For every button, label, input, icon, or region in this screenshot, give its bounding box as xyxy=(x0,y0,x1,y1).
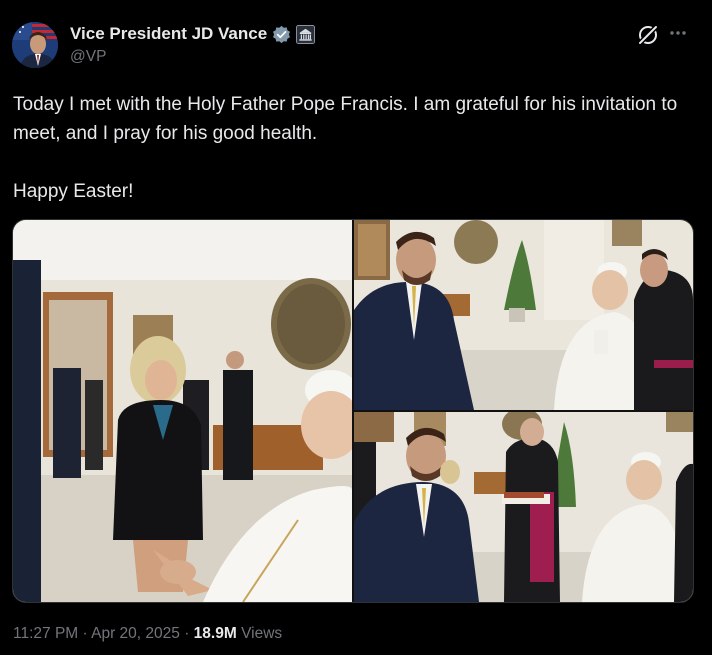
meta-separator: · xyxy=(179,625,194,642)
tweet-date[interactable]: Apr 20, 2025 xyxy=(91,625,180,642)
views-label: Views xyxy=(236,625,283,642)
tweet-text: Today I met with the Holy Father Pope Fr… xyxy=(13,94,678,202)
author-display-name[interactable]: Vice President JD Vance xyxy=(70,24,267,44)
grok-icon[interactable] xyxy=(636,23,660,47)
meta-separator: · xyxy=(78,625,92,642)
author-names: Vice President JD Vance @VP xyxy=(70,24,316,66)
photo-handshake[interactable] xyxy=(13,220,352,602)
author-handle[interactable]: @VP xyxy=(70,48,315,66)
views-count[interactable]: 18.9M xyxy=(194,625,237,642)
photo-seated-meeting[interactable] xyxy=(354,220,693,410)
tweet-time[interactable]: 11:27 PM xyxy=(13,625,78,642)
photo-gift-exchange[interactable] xyxy=(354,412,693,602)
tweet-header: Vice President JD Vance @VP xyxy=(12,20,700,72)
verified-badge-icon[interactable] xyxy=(272,25,291,44)
white-house-icon[interactable] xyxy=(296,24,316,44)
more-options-icon[interactable] xyxy=(666,23,690,47)
tweet-meta: 11:27 PM · Apr 20, 2025 · 18.9M Views xyxy=(13,625,282,643)
media-grid[interactable] xyxy=(12,219,694,603)
author-avatar[interactable] xyxy=(12,22,58,68)
